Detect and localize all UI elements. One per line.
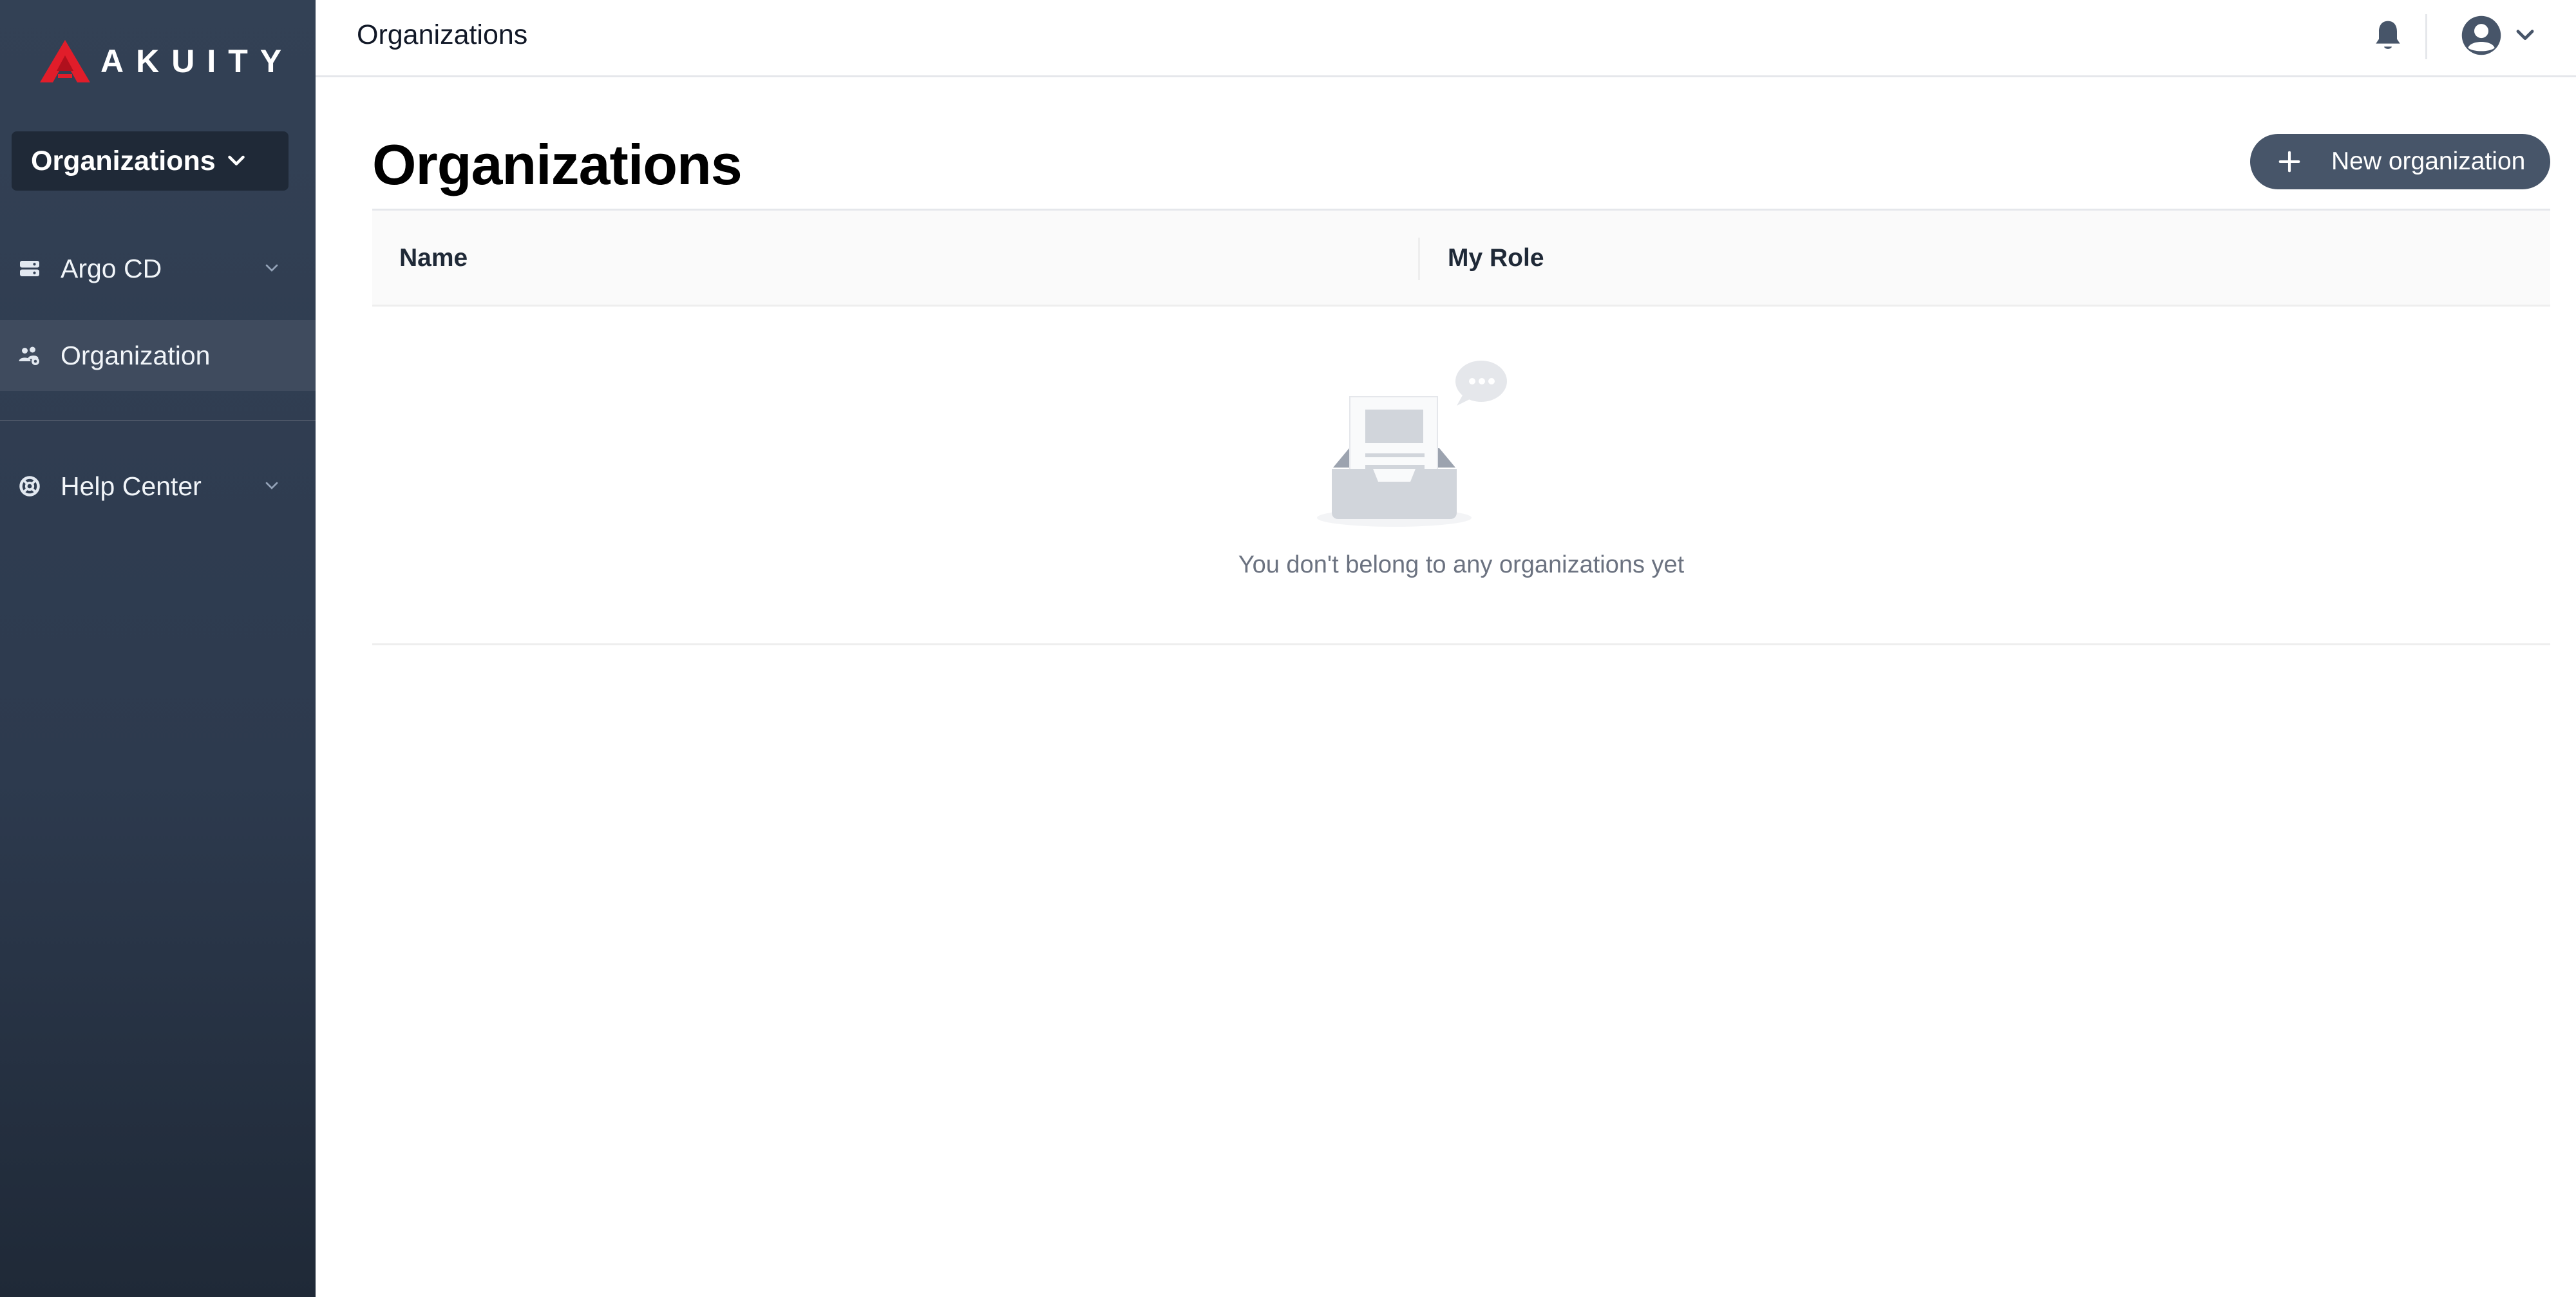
sidebar-item-label: Organization	[61, 340, 211, 370]
breadcrumb: Organizations	[357, 19, 528, 50]
sidebar-item-organization[interactable]: Organization	[0, 320, 316, 391]
sidebar-item-label: Argo CD	[61, 253, 162, 283]
new-organization-label: New organization	[2331, 147, 2526, 175]
table-header: Name My Role	[372, 209, 2550, 307]
users-icon	[18, 344, 41, 367]
page-title: Organizations	[372, 133, 743, 196]
organizations-switcher[interactable]: Organizations	[12, 131, 289, 191]
column-header-my-role[interactable]: My Role	[1448, 244, 1544, 272]
akuity-logo-icon	[40, 40, 90, 82]
column-separator	[1418, 238, 1420, 280]
brand-name: AKUITY	[100, 43, 294, 79]
bell-icon[interactable]	[2370, 18, 2406, 54]
chevron-down-icon	[227, 155, 245, 166]
empty-inbox-icon	[1317, 361, 1507, 527]
chevron-down-icon	[265, 264, 278, 272]
top-bar: Organizations	[316, 0, 2576, 77]
table-empty-state: You don't belong to any organizations ye…	[372, 307, 2550, 645]
empty-state-message: You don't belong to any organizations ye…	[1238, 551, 1685, 578]
user-menu[interactable]	[2460, 14, 2537, 57]
organizations-table: Name My Role You don't belong to any org…	[372, 209, 2550, 645]
organizations-switcher-label: Organizations	[31, 145, 216, 176]
server-icon	[18, 257, 41, 280]
lifebuoy-icon	[18, 475, 41, 498]
plus-icon	[2278, 151, 2300, 173]
sidebar-item-label: Help Center	[61, 471, 202, 501]
sidebar: AKUITY Organizations Argo CD Organizatio…	[0, 0, 316, 1297]
topbar-divider	[2425, 14, 2427, 59]
new-organization-button[interactable]: New organization	[2250, 134, 2550, 189]
chevron-down-icon	[265, 482, 278, 489]
chevron-down-icon	[2516, 30, 2534, 41]
main-content: Organizations Organizations New organiza…	[316, 0, 2576, 1297]
column-header-name[interactable]: Name	[399, 244, 468, 272]
sidebar-item-argo-cd[interactable]: Argo CD	[0, 233, 316, 304]
sidebar-divider	[0, 420, 316, 421]
sidebar-item-help-center[interactable]: Help Center	[0, 451, 316, 522]
app-root: AKUITY Organizations Argo CD Organizatio…	[0, 0, 2576, 1297]
akuity-logo[interactable]: AKUITY	[39, 39, 294, 84]
user-avatar-icon	[2461, 15, 2501, 55]
